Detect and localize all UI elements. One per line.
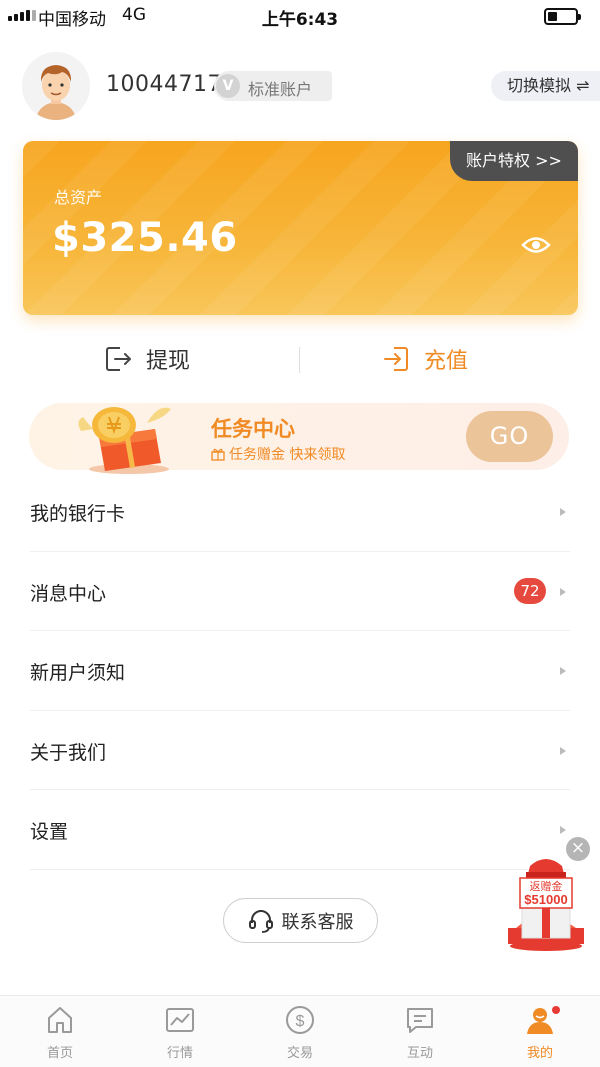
bonus-promo-widget[interactable]: 返赠金 $51000 bbox=[506, 850, 586, 952]
withdraw-label: 提现 bbox=[146, 349, 191, 374]
notification-dot bbox=[552, 1006, 560, 1014]
chevron-right-icon bbox=[560, 746, 566, 755]
total-assets-label: 总资产 bbox=[54, 188, 103, 207]
tab-mine[interactable]: 我的 bbox=[500, 1004, 580, 1061]
unread-count-badge: 72 bbox=[514, 577, 546, 604]
vip-icon: V bbox=[216, 74, 240, 98]
eye-icon[interactable] bbox=[521, 235, 551, 255]
svg-text:$: $ bbox=[296, 1013, 305, 1030]
menu-item-new-user-guide[interactable]: 新用户须知 bbox=[0, 631, 600, 711]
battery-icon bbox=[544, 8, 581, 25]
chevron-right-icon bbox=[560, 508, 566, 516]
fund-actions: 提现 充值 bbox=[0, 330, 600, 388]
menu-item-messages[interactable]: 消息中心 72 bbox=[0, 552, 600, 631]
menu-list: 我的银行卡 消息中心 72 新用户须知 关于我们 设置 bbox=[0, 472, 600, 870]
account-type-label: 标准账户 bbox=[248, 80, 313, 99]
task-center-subtitle: 任务赠金 快来领取 bbox=[211, 444, 345, 464]
headset-icon bbox=[248, 909, 273, 933]
account-privilege-button[interactable]: 账户特权 >> bbox=[450, 141, 578, 181]
chevron-right-icon bbox=[560, 826, 566, 834]
home-icon bbox=[48, 1007, 72, 1033]
chat-icon bbox=[407, 1008, 433, 1033]
close-promo-button[interactable]: × bbox=[566, 837, 590, 861]
account-type-badge: V 标准账户 bbox=[214, 71, 332, 101]
switch-demo-button[interactable]: 切换模拟 ⇌ bbox=[491, 71, 600, 101]
tab-interact[interactable]: 互动 bbox=[380, 1004, 460, 1061]
menu-item-label: 新用户须知 bbox=[30, 662, 126, 684]
task-center-banner[interactable]: 任务中心 任务赠金 快来领取 GO bbox=[29, 403, 569, 474]
chevron-right-icon bbox=[560, 667, 566, 675]
menu-item-bank-card[interactable]: 我的银行卡 bbox=[0, 472, 600, 552]
divider bbox=[299, 347, 300, 373]
contact-service-button[interactable]: 联系客服 bbox=[223, 898, 378, 943]
bottom-tab-bar: 首页 行情 $ 交易 互动 我的 bbox=[0, 995, 600, 1067]
task-go-button[interactable]: GO bbox=[466, 411, 553, 462]
deposit-icon bbox=[384, 347, 408, 371]
clock: 上午6:43 bbox=[261, 10, 339, 30]
avatar[interactable] bbox=[22, 52, 90, 120]
withdraw-button[interactable]: 提现 bbox=[104, 330, 190, 388]
promo-line1: 返赠金 bbox=[530, 879, 563, 893]
deposit-label: 充值 bbox=[424, 349, 469, 374]
menu-item-label: 关于我们 bbox=[30, 741, 107, 764]
total-assets-value: $325.46 bbox=[52, 215, 238, 261]
contact-service-label: 联系客服 bbox=[281, 911, 354, 933]
menu-item-label: 消息中心 bbox=[30, 582, 107, 605]
market-icon bbox=[166, 1008, 194, 1032]
tab-label: 交易 bbox=[286, 1046, 313, 1061]
tab-label: 我的 bbox=[526, 1046, 553, 1061]
menu-item-about-us[interactable]: 关于我们 bbox=[0, 711, 600, 790]
tab-label: 首页 bbox=[46, 1046, 73, 1061]
status-bar: 中国移动 4G 上午6:43 bbox=[0, 0, 600, 32]
tab-label: 互动 bbox=[406, 1046, 433, 1061]
gift-icon bbox=[211, 448, 225, 461]
tab-label: 行情 bbox=[166, 1046, 193, 1061]
menu-item-label: 我的银行卡 bbox=[30, 503, 126, 525]
chevron-right-icon bbox=[560, 587, 566, 596]
user-id: 10044717 bbox=[106, 72, 222, 97]
withdraw-icon bbox=[106, 347, 131, 371]
gift-promo-icon: 返赠金 $51000 bbox=[508, 859, 584, 951]
promo-line2: $51000 bbox=[524, 892, 567, 907]
gift-box-icon bbox=[78, 407, 171, 474]
tab-market[interactable]: 行情 bbox=[140, 1004, 220, 1061]
deposit-button[interactable]: 充值 bbox=[382, 330, 468, 388]
asset-card: 账户特权 >> 总资产 $325.46 bbox=[23, 141, 578, 315]
profile-page: 中国移动 4G 上午6:43 10044717 V 标准账户 切换模拟 ⇌ 账户… bbox=[0, 0, 600, 1067]
trade-icon: $ bbox=[286, 1006, 314, 1034]
menu-item-label: 设置 bbox=[30, 821, 69, 843]
tab-trade[interactable]: $ 交易 bbox=[260, 1004, 340, 1061]
task-center-title: 任务中心 bbox=[211, 417, 295, 441]
tab-home[interactable]: 首页 bbox=[20, 1004, 100, 1061]
